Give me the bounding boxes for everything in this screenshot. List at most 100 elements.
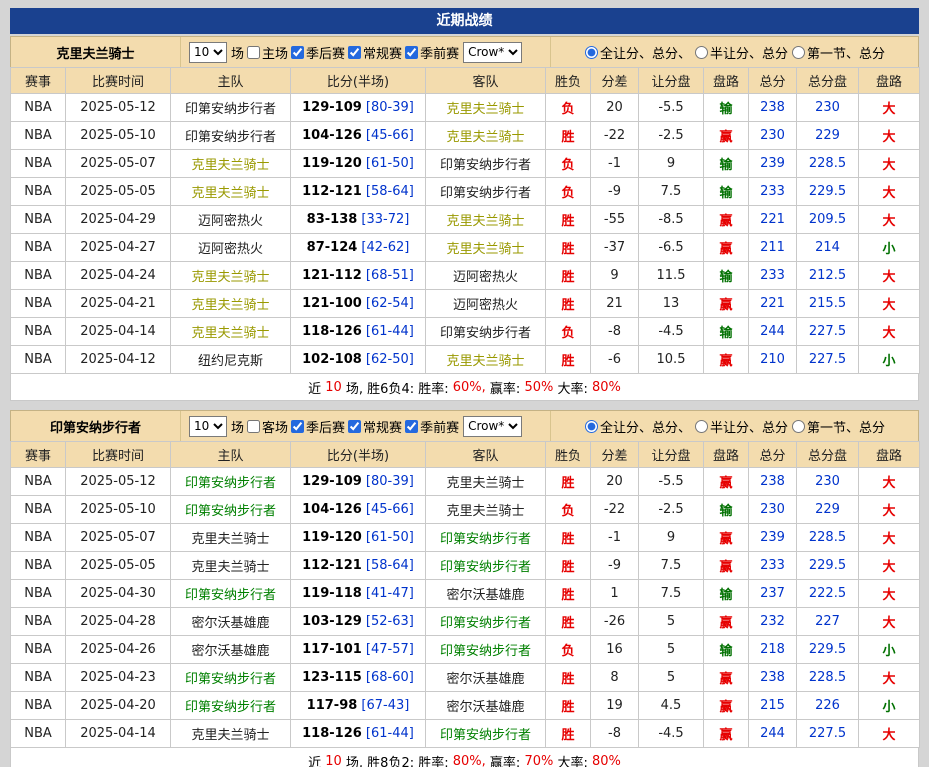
venue-filter[interactable]: 客场 xyxy=(246,417,288,436)
table-row: NBA2025-04-23印第安纳步行者123-115 [68-60]密尔沃基雄… xyxy=(11,664,920,692)
summary-text: 近 xyxy=(308,752,325,767)
team-filter-bar: 印第安纳步行者 10 场 客场 季后赛 常规赛 xyxy=(10,410,919,441)
full-score: 119-120 xyxy=(302,156,362,171)
handicap-result-cell: 输 xyxy=(704,580,749,608)
column-header: 总分盘 xyxy=(797,68,859,94)
league-cell: NBA xyxy=(11,262,66,290)
ou-result-cell: 小 xyxy=(859,346,920,374)
summary-text: 70% xyxy=(524,754,553,767)
home-team-cell: 克里夫兰骑士 xyxy=(171,178,291,206)
handicap-line-text: 7.5 xyxy=(661,184,682,199)
total-points-text: 238 xyxy=(760,100,785,115)
handicap-result-text: 输 xyxy=(719,588,732,603)
full-handicap-total-radio[interactable] xyxy=(585,46,598,59)
win-loss-text: 胜 xyxy=(561,242,574,257)
league-cell: NBA xyxy=(11,122,66,150)
venue-checkbox[interactable] xyxy=(247,420,260,433)
games-count-select[interactable]: 10 xyxy=(189,42,227,63)
half-score: [80-39] xyxy=(362,100,414,115)
score-cell: 117-101 [47-57] xyxy=(291,636,426,664)
half-handicap-total-radio[interactable] xyxy=(695,46,708,59)
handicap-cell: 5 xyxy=(639,636,704,664)
handicap-line-text: 9 xyxy=(667,530,675,545)
playoffs-filter[interactable]: 季后赛 xyxy=(290,417,345,436)
handicap-cell: -6.5 xyxy=(639,234,704,262)
full-score: 118-126 xyxy=(302,726,362,741)
full-handicap-total-radio-option[interactable]: 全让分、总分、 xyxy=(584,43,691,62)
home-team-name: 克里夫兰骑士 xyxy=(191,158,269,173)
ou-result-cell: 大 xyxy=(859,720,920,748)
total-line-text: 229.5 xyxy=(809,184,846,199)
handicap-result-text: 输 xyxy=(719,102,732,117)
regular-season-checkbox[interactable] xyxy=(348,46,361,59)
preseason-filter[interactable]: 季前赛 xyxy=(404,417,459,436)
preseason-checkbox[interactable] xyxy=(405,420,418,433)
result-cell: 负 xyxy=(546,94,591,122)
diff-cell: -37 xyxy=(591,234,639,262)
home-team-cell: 印第安纳步行者 xyxy=(171,664,291,692)
table-row: NBA2025-05-07克里夫兰骑士119-120 [61-50]印第安纳步行… xyxy=(11,524,920,552)
preseason-filter[interactable]: 季前赛 xyxy=(404,43,459,62)
away-team-cell: 印第安纳步行者 xyxy=(426,318,546,346)
column-header: 分差 xyxy=(591,442,639,468)
first-quarter-total-radio-option[interactable]: 第一节、总分 xyxy=(791,43,885,62)
table-body: NBA2025-05-12印第安纳步行者129-109 [80-39]克里夫兰骑… xyxy=(11,468,920,748)
handicap-line-text: 10.5 xyxy=(657,352,686,367)
home-team-cell: 纽约尼克斯 xyxy=(171,346,291,374)
first-quarter-total-radio[interactable] xyxy=(792,46,805,59)
date-cell: 2025-05-12 xyxy=(66,468,171,496)
half-handicap-total-radio-option[interactable]: 半让分、总分 xyxy=(694,417,788,436)
score-cell: 103-129 [52-63] xyxy=(291,608,426,636)
regular-season-filter[interactable]: 常规赛 xyxy=(347,43,402,62)
bookmaker-select[interactable]: Crow* xyxy=(463,416,522,437)
preseason-checkbox[interactable] xyxy=(405,46,418,59)
summary-text: 赢率: xyxy=(486,378,525,397)
regular-season-filter[interactable]: 常规赛 xyxy=(347,417,402,436)
league-text: NBA xyxy=(24,268,52,283)
bookmaker-select[interactable]: Crow* xyxy=(463,42,522,63)
playoffs-checkbox[interactable] xyxy=(291,46,304,59)
league-text: NBA xyxy=(24,352,52,367)
total-cell: 215 xyxy=(749,692,797,720)
full-handicap-total-radio-option[interactable]: 全让分、总分、 xyxy=(584,417,691,436)
total-points-text: 221 xyxy=(760,212,785,227)
games-count-select[interactable]: 10 xyxy=(189,416,227,437)
full-score: 121-100 xyxy=(302,296,362,311)
date-text: 2025-04-27 xyxy=(80,240,156,255)
half-handicap-total-radio[interactable] xyxy=(695,420,708,433)
half-handicap-total-radio-option[interactable]: 半让分、总分 xyxy=(694,43,788,62)
league-text: NBA xyxy=(24,474,52,489)
first-quarter-total-radio-option[interactable]: 第一节、总分 xyxy=(791,417,885,436)
full-score: 129-109 xyxy=(302,474,362,489)
over-under-text: 大 xyxy=(882,504,895,519)
total-points-text: 239 xyxy=(760,156,785,171)
total-line-cell: 228.5 xyxy=(797,150,859,178)
preseason-label: 季前赛 xyxy=(420,417,459,436)
score-cell: 102-108 [62-50] xyxy=(291,346,426,374)
venue-checkbox[interactable] xyxy=(247,46,260,59)
table-row: NBA2025-04-12纽约尼克斯102-108 [62-50]克里夫兰骑士胜… xyxy=(11,346,920,374)
playoffs-checkbox[interactable] xyxy=(291,420,304,433)
handicap-result-text: 输 xyxy=(719,326,732,341)
win-loss-text: 胜 xyxy=(561,130,574,145)
score-cell: 83-138 [33-72] xyxy=(291,206,426,234)
full-score: 129-109 xyxy=(302,100,362,115)
playoffs-filter[interactable]: 季后赛 xyxy=(290,43,345,62)
full-handicap-total-radio[interactable] xyxy=(585,420,598,433)
ou-result-cell: 大 xyxy=(859,122,920,150)
first-quarter-total-radio[interactable] xyxy=(792,420,805,433)
result-cell: 胜 xyxy=(546,262,591,290)
radio-label: 第一节、总分 xyxy=(807,417,885,436)
half-score: [41-47] xyxy=(362,586,414,601)
date-text: 2025-05-12 xyxy=(80,100,156,115)
handicap-cell: 9 xyxy=(639,150,704,178)
venue-filter[interactable]: 主场 xyxy=(246,43,288,62)
result-cell: 胜 xyxy=(546,122,591,150)
total-cell: 233 xyxy=(749,552,797,580)
over-under-text: 大 xyxy=(882,672,895,687)
away-team-cell: 克里夫兰骑士 xyxy=(426,234,546,262)
win-loss-text: 胜 xyxy=(561,270,574,285)
full-score: 118-126 xyxy=(302,324,362,339)
total-line-text: 215.5 xyxy=(809,296,846,311)
regular-season-checkbox[interactable] xyxy=(348,420,361,433)
